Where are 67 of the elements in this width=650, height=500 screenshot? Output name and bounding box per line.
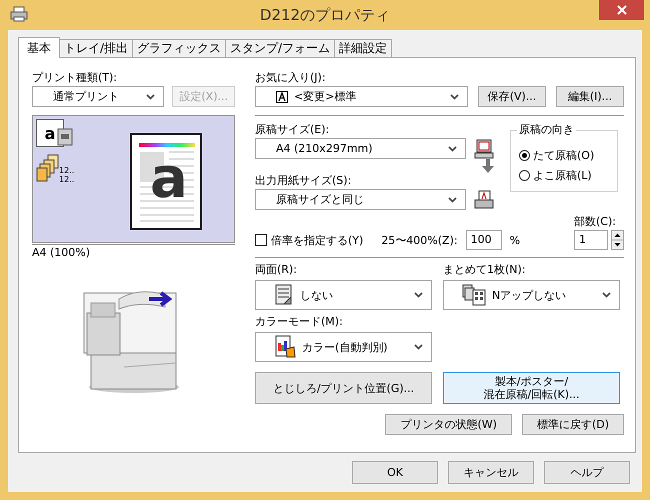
radio-label: たて原稿(O) bbox=[533, 148, 594, 162]
radio-button[interactable] bbox=[519, 170, 530, 180]
computer-icon bbox=[474, 138, 494, 158]
tab[interactable]: スタンプ/フォーム bbox=[225, 39, 336, 57]
printer-icon bbox=[474, 190, 494, 210]
percent-unit: % bbox=[510, 234, 520, 246]
panel-button[interactable]: プリンタの状態(W) bbox=[385, 414, 512, 435]
orientation-title: 原稿の向き bbox=[517, 122, 576, 137]
collate-label: 12.. bbox=[59, 166, 74, 175]
color-document-icon bbox=[274, 335, 296, 359]
nup-label: まとめて1枚(N): bbox=[443, 262, 527, 278]
favorites-button[interactable]: 保存(V)... bbox=[478, 86, 546, 107]
radio-option[interactable]: たて原稿(O) bbox=[519, 145, 617, 165]
scale-range-label: 25〜400%(Z): bbox=[381, 232, 458, 248]
collate-icon bbox=[36, 154, 60, 182]
radio-label: よこ原稿(L) bbox=[533, 168, 592, 182]
radio-option[interactable]: よこ原稿(L) bbox=[519, 165, 617, 185]
down-arrow-icon bbox=[482, 159, 494, 173]
original-size-label: 原稿サイズ(E): bbox=[255, 123, 330, 136]
favorites-dropdown[interactable]: <変更>標準 bbox=[255, 86, 468, 107]
chevron-icon bbox=[146, 94, 156, 100]
action-button[interactable]: 製本/ポスター/ 混在原稿/回転(K)... bbox=[443, 372, 620, 404]
tab[interactable]: 基本 bbox=[18, 37, 60, 58]
chevron-icon bbox=[414, 344, 423, 350]
output-size-label: 出力用紙サイズ(S): bbox=[255, 174, 352, 187]
scale-input[interactable]: 100 bbox=[466, 230, 502, 250]
chevron-icon bbox=[414, 292, 423, 298]
collate-label: 12.. bbox=[59, 175, 74, 184]
duplex-dropdown[interactable]: しない bbox=[255, 280, 432, 310]
document-icon bbox=[274, 284, 294, 306]
tab[interactable]: 詳細設定 bbox=[334, 39, 392, 57]
pages-icon bbox=[57, 128, 73, 146]
dialog-button[interactable]: OK bbox=[352, 461, 438, 484]
print-type-dropdown[interactable]: 通常プリント bbox=[32, 86, 164, 107]
window-title: D212のプロパティ bbox=[260, 6, 390, 24]
pages-grid-icon bbox=[462, 284, 486, 306]
dialog-button[interactable]: キャンセル bbox=[448, 461, 534, 484]
chevron-icon bbox=[450, 94, 459, 100]
duplex-label: 両面(R): bbox=[255, 262, 298, 278]
radio-button[interactable] bbox=[519, 150, 530, 160]
sample-letter: a bbox=[150, 149, 188, 209]
output-size-dropdown[interactable]: 原稿サイズと同じ bbox=[255, 189, 466, 210]
chevron-icon bbox=[448, 146, 457, 152]
panel-button[interactable]: 標準に戻す(D) bbox=[522, 414, 624, 435]
favorites-label: お気に入り(J): bbox=[255, 70, 327, 86]
action-button[interactable]: とじしろ/プリント位置(G)... bbox=[255, 372, 432, 404]
spin-buttons[interactable] bbox=[611, 230, 624, 250]
chevron-icon bbox=[602, 292, 611, 298]
copies-label: 部数(C): bbox=[574, 214, 617, 230]
close-button[interactable] bbox=[599, 0, 644, 20]
preview-caption: A4 (100%) bbox=[32, 244, 235, 261]
scale-label: 倍率を指定する(Y) bbox=[271, 232, 364, 248]
dialog-button[interactable]: ヘルプ bbox=[544, 461, 630, 484]
print-type-label: プリント種類(T): bbox=[32, 70, 118, 86]
chevron-icon bbox=[448, 196, 457, 202]
printer-icon bbox=[10, 6, 28, 22]
color-mode-dropdown[interactable]: カラー(自動判別) bbox=[255, 332, 432, 362]
original-size-dropdown[interactable]: A4 (210x297mm) bbox=[255, 138, 466, 159]
favorites-button[interactable]: 編集(I)... bbox=[556, 86, 624, 107]
tab[interactable]: グラフィックス bbox=[132, 39, 226, 57]
close-icon bbox=[616, 5, 626, 15]
nup-dropdown[interactable]: Nアップしない bbox=[443, 280, 620, 310]
copies-input[interactable]: 1 bbox=[574, 230, 608, 250]
tab[interactable]: トレイ/排出 bbox=[59, 39, 134, 57]
color-mode-label: カラーモード(M): bbox=[255, 314, 344, 330]
checkbox[interactable] bbox=[255, 234, 267, 246]
letter-a-icon bbox=[276, 90, 288, 102]
